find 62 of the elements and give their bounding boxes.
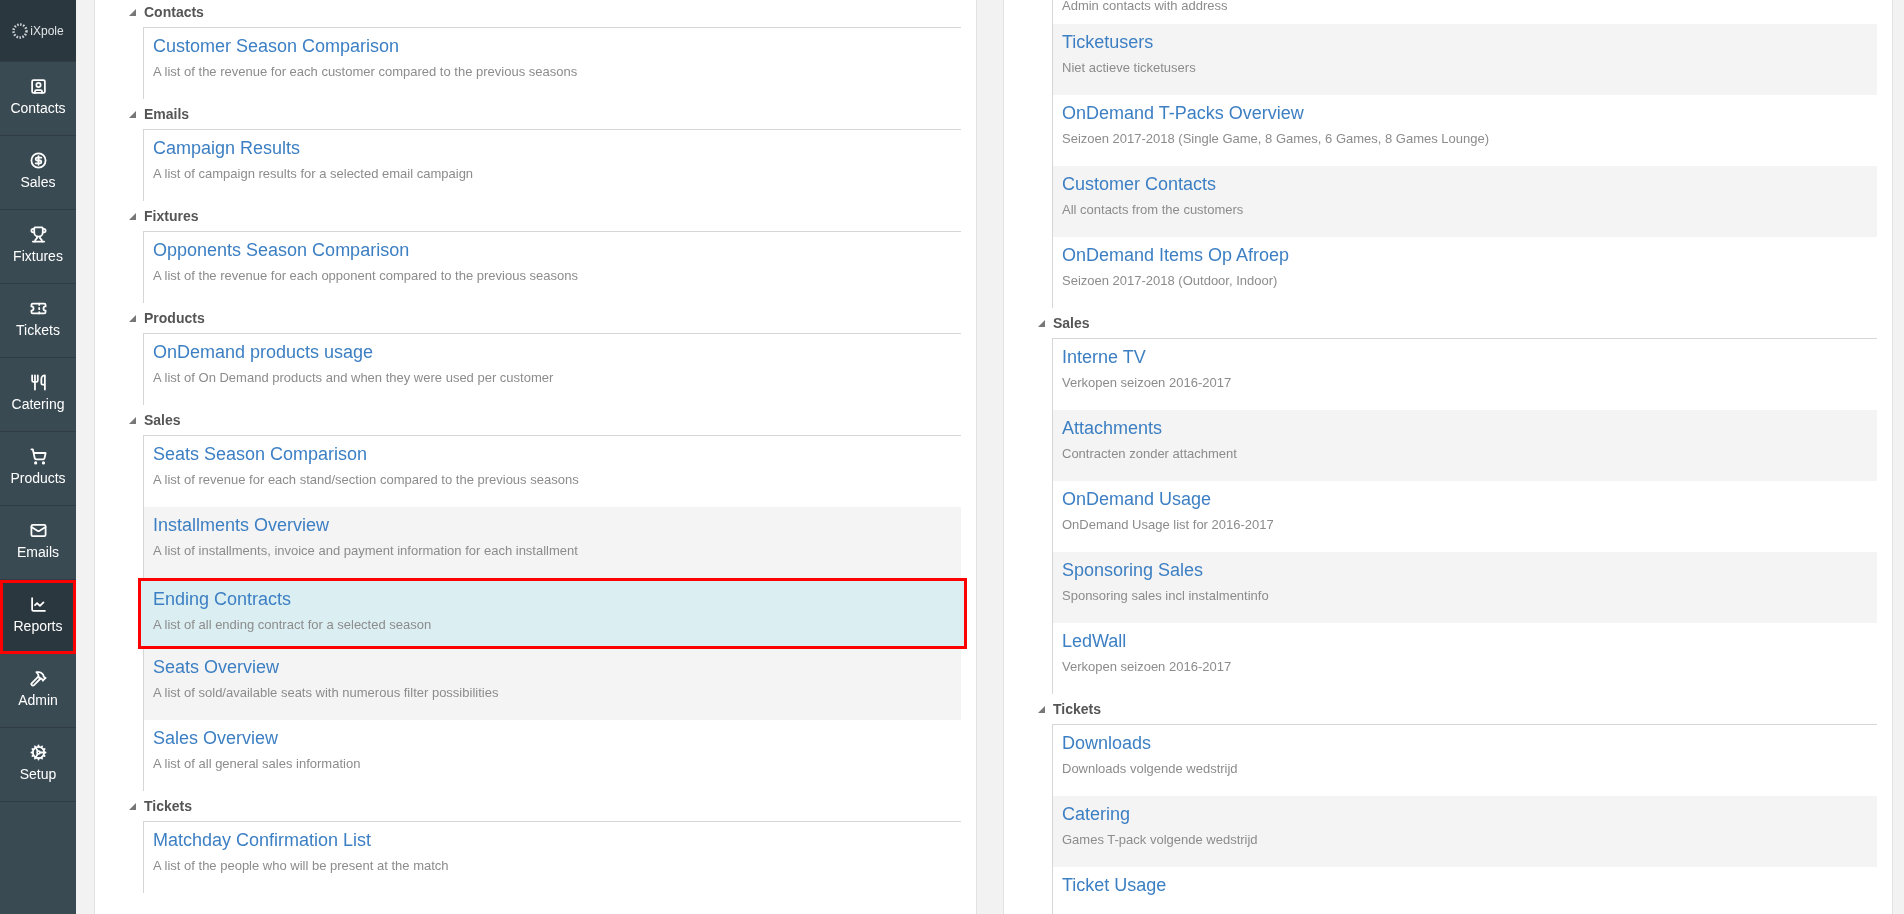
report-title[interactable]: Ticketusers [1062,28,1868,56]
report-description: Verkopen seizoen 2016-2017 [1062,374,1233,392]
report-title[interactable]: Catering [1062,800,1868,828]
report-title[interactable]: Attachments [1062,414,1868,442]
report-description: A list of all ending contract for a selected season [153,616,433,634]
report-title[interactable]: Customer Contacts [1062,170,1868,198]
report-description: Contracten zonder attachment [1062,445,1238,463]
report-item[interactable]: Seats Overview A list of sold/available seats with numerous filter possibilities [144,649,961,720]
nav-item[interactable]: Reports [0,580,76,654]
report-description: A list of the revenue for each opponent compared to the previous seasons [153,267,579,285]
report-title[interactable]: Ending Contracts [153,585,952,613]
report-title[interactable]: OnDemand Usage [1062,485,1868,513]
report-title[interactable]: Downloads [1062,729,1868,757]
section-heading: Tickets [144,796,192,816]
section-heading: Tickets [1053,699,1101,719]
report-item[interactable]: Ticketusers Niet actieve ticketusers [1053,24,1877,95]
report-title[interactable]: Seats Season Comparison [153,440,952,468]
report-title[interactable]: OnDemand Items Op Afroep [1062,241,1868,269]
report-description: A list of campaign results for a selected email campaign [153,165,475,183]
report-description: All contacts from the customers [1062,201,1245,219]
report-title[interactable]: Matchday Confirmation List [153,826,952,854]
report-description: Downloads volgende wedstrijd [1062,760,1239,778]
report-title[interactable]: Sales Overview [153,724,952,752]
report-item[interactable]: Attachments Contracten zonder attachment [1053,410,1877,481]
report-description: Seizoen 2017-2018 (Single Game, 8 Games, 6 Games, 8 Games Lounge) [1062,130,1491,148]
report-description: Games T-pack volgende wedstrijd [1062,831,1259,849]
report-title[interactable]: Seats Overview [153,653,952,681]
report-description: A list of all general sales information [153,755,362,773]
report-description: Niet actieve ticketusers [1062,59,1197,77]
section-heading: Sales [1053,313,1090,333]
section-heading: Sales [144,410,181,430]
report-description: OnDemand Usage list for 2016-2017 [1062,516,1275,534]
report-description: A list of sold/available seats with numerous filter possibilities [153,684,500,702]
report-title[interactable]: LedWall [1062,627,1868,655]
report-title[interactable]: Installments Overview [153,511,952,539]
report-title[interactable]: Interne TV [1062,343,1868,371]
report-item[interactable]: Customer Contacts All contacts from the customers [1053,166,1877,237]
report-description: Sponsoring sales incl instalmentinfo [1062,587,1270,605]
report-item[interactable]: Ending Contracts A list of all ending contract for a selected season [138,578,967,649]
section-heading: Products [144,308,205,328]
report-title[interactable]: Ticket Usage [1062,871,1868,899]
report-description: Seizoen 2017-2018 (Outdoor, Indoor) [1062,272,1279,290]
report-title[interactable]: OnDemand products usage [153,338,952,366]
section-heading: Fixtures [144,206,199,226]
section-heading: Emails [144,104,190,124]
report-item[interactable]: Installments Overview A list of installments, invoice and payment information for each installment [144,507,961,578]
report-title[interactable]: OnDemand T-Packs Overview [1062,99,1868,127]
report-description: A list of installments, invoice and payment information for each installment [153,542,579,560]
report-title[interactable]: Opponents Season Comparison [153,236,952,264]
report-description: A list of the people who will be present at the match [153,857,450,875]
report-title[interactable]: Customer Season Comparison [153,32,952,60]
report-item[interactable]: Catering Games T-pack volgende wedstrijd [1053,796,1877,867]
report-description: Admin contacts with address [1062,0,1229,15]
report-item[interactable]: Sponsoring Sales Sponsoring sales incl instalmentinfo [1053,552,1877,623]
report-description: Verkopen seizoen 2016-2017 [1062,658,1233,676]
report-description: A list of the revenue for each customer compared to the previous seasons [153,63,579,81]
report-description: A list of revenue for each stand/section compared to the previous seasons [153,471,580,489]
logo-text: iXpole [30,22,64,40]
report-title[interactable]: Campaign Results [153,134,952,162]
section-heading: Contacts [144,2,204,22]
report-title[interactable]: Sponsoring Sales [1062,556,1868,584]
report-description: A list of On Demand products and when they were used per customer [153,369,555,387]
